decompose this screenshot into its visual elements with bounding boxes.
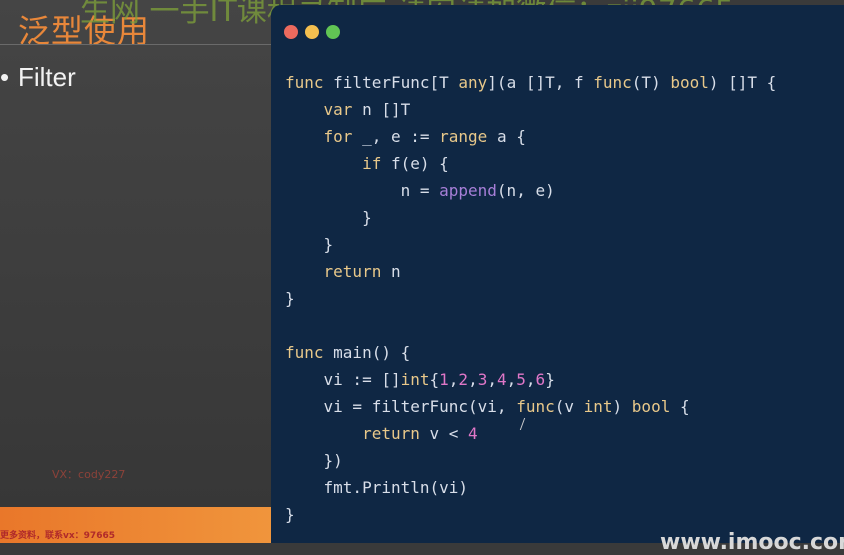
code-token: } [285, 289, 295, 308]
code-token: func [593, 73, 632, 92]
code-token: 1 [439, 370, 449, 389]
close-window-button[interactable] [284, 25, 298, 39]
code-token: func [285, 343, 324, 362]
code-token: int [400, 370, 430, 389]
code-token: func [285, 73, 324, 92]
code-token: int [583, 397, 613, 416]
code-line: } [285, 501, 776, 528]
code-line: if f(e) { [285, 150, 776, 177]
code-token: for [323, 127, 353, 146]
maximize-window-button[interactable] [326, 25, 340, 39]
code-token: 4 [468, 424, 478, 443]
code-token: n []T [352, 100, 411, 119]
bullet-label: Filter [18, 62, 76, 92]
code-line: func filterFunc[T any](a []T, f func(T) … [285, 69, 776, 96]
code-token: bool [631, 397, 671, 416]
code-line: fmt.Println(vi) [285, 474, 776, 501]
code-token: vi := [] [285, 370, 401, 389]
slide-panel: 泛型使用 • Filter VX：cody227 更多资料，联系vx：97665 [0, 0, 272, 543]
code-token: main() { [323, 343, 411, 362]
code-token: f(e) { [381, 154, 449, 173]
code-token: filterFunc[T [323, 73, 459, 92]
title-divider [0, 44, 272, 45]
minimize-window-button[interactable] [305, 25, 319, 39]
code-line: vi := []int{1,2,3,4,5,6} [285, 366, 776, 393]
code-token: n [381, 262, 401, 281]
code-token: (n, e) [496, 181, 555, 200]
code-token: (T) [631, 73, 671, 92]
code-token: } [545, 370, 555, 389]
code-token: a { [487, 127, 526, 146]
code-token: n = [285, 181, 440, 200]
code-token: vi = filterFunc(vi, [285, 397, 517, 416]
code-block: func filterFunc[T any](a []T, f func(T) … [285, 69, 776, 528]
code-line: } [285, 285, 776, 312]
code-token: return [362, 424, 420, 443]
code-line: n = append(n, e) [285, 177, 776, 204]
code-token: (v [554, 397, 584, 416]
watermark-left: VX：cody227 [52, 468, 126, 481]
code-token: _, e := [352, 127, 440, 146]
code-token: , [468, 370, 478, 389]
code-token: 2 [458, 370, 469, 389]
code-token: { [429, 370, 440, 389]
code-line: var n []T [285, 96, 776, 123]
code-token: 5 [516, 370, 526, 389]
code-token: { [670, 397, 690, 416]
bullet-dot-icon: • [0, 62, 10, 92]
code-token: 6 [535, 370, 546, 389]
code-token: return [323, 262, 382, 281]
code-line: func main() { [285, 339, 776, 366]
bullet-item: • Filter [0, 62, 76, 93]
code-token: , [525, 370, 536, 389]
code-token: 4 [496, 370, 507, 389]
code-token: 3 [477, 370, 488, 389]
code-token: , [506, 370, 517, 389]
window-controls [284, 24, 347, 43]
code-line: vi = filterFunc(vi, func(v int) bool { [285, 393, 776, 420]
code-token: if [362, 154, 382, 173]
code-line: } [285, 204, 776, 231]
code-token: } [285, 505, 295, 524]
code-token: bool [670, 73, 709, 92]
code-token: , [487, 370, 497, 389]
code-token: } [285, 208, 372, 227]
code-token: } [285, 235, 334, 254]
code-token: ) []T { [708, 73, 777, 92]
code-token: func [516, 397, 555, 416]
code-token: ) [612, 397, 632, 416]
code-token: ](a []T, f [487, 73, 594, 92]
code-token: }) [285, 451, 343, 470]
code-editor-window: func filterFunc[T any](a []T, f func(T) … [271, 5, 844, 543]
code-line: } [285, 231, 776, 258]
code-token: append [439, 181, 497, 200]
code-line: for _, e := range a { [285, 123, 776, 150]
code-line: return n [285, 258, 776, 285]
code-line: }) [285, 447, 776, 474]
code-token: fmt.Println(vi) [285, 478, 469, 497]
code-token: var [323, 100, 353, 119]
code-token: range [439, 127, 488, 146]
code-token: , [448, 370, 459, 389]
footer-text: 更多资料，联系vx：97665 [0, 531, 115, 541]
code-token: v < [419, 424, 469, 443]
code-token: any [458, 73, 488, 92]
